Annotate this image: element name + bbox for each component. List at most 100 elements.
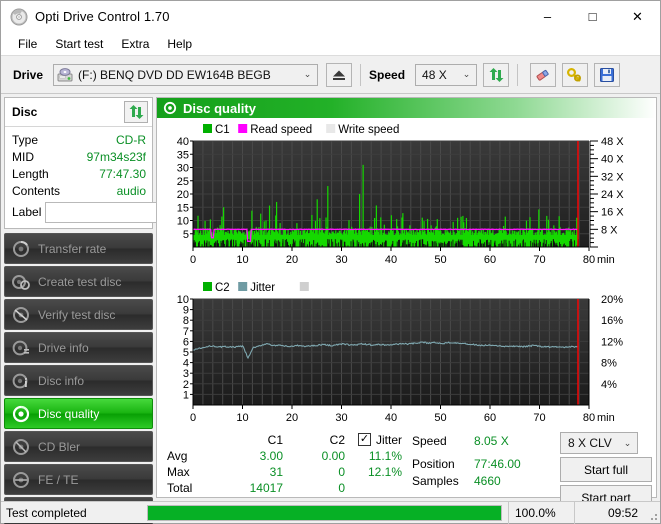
svg-text:0: 0 (190, 412, 196, 424)
toolbar-separator-2 (517, 63, 519, 86)
sidebar-item-disc-quality[interactable]: Disc quality (4, 398, 153, 429)
svg-text:20: 20 (286, 254, 298, 266)
svg-text:8%: 8% (601, 358, 617, 370)
svg-text:50: 50 (434, 412, 446, 424)
drive-icon (57, 67, 73, 82)
disc-verify-icon (11, 305, 31, 325)
drive-value: (F:) BENQ DVD DD EW164B BEGB (78, 67, 271, 82)
disc-row-type: Type CD-R (12, 131, 146, 148)
svg-text:40 X: 40 X (601, 154, 624, 166)
header-c1: C1 (267, 432, 283, 447)
svg-text:5: 5 (183, 347, 189, 359)
disc-test-icon (11, 239, 31, 259)
sidebar-item-fe-te[interactable]: FE / TE (4, 464, 153, 495)
disc-info-rows: Type CD-R MID 97m34s23f Length 77:47.30 … (5, 127, 233, 228)
toolbar-separator-1 (360, 63, 362, 86)
total-jitter (349, 480, 406, 496)
speed-select[interactable]: 48 X ⌄ (415, 63, 478, 86)
svg-text:10: 10 (177, 216, 189, 228)
stats-area: C1 C2 ✓ Jitter Avg 3.00 0.00 11.1% Max 3… (157, 429, 656, 510)
sidebar-item-transfer-rate[interactable]: Transfer rate (4, 233, 153, 264)
svg-text:3: 3 (183, 368, 189, 380)
c2-jitter-chart[interactable]: C2 Jitter 1 2 3 4 5 6 7 8 9 10 4% 8% 12% 16% 20% 0 10 20 30 4… (159, 277, 654, 429)
clv-value: 8 X CLV (568, 436, 612, 450)
jitter-toggle[interactable]: ✓ Jitter (349, 433, 402, 447)
menu-start-test[interactable]: Start test (46, 35, 112, 53)
menu-help[interactable]: Help (158, 35, 201, 53)
sidebar-item-drive-info[interactable]: Drive info (4, 332, 153, 363)
refresh-speed-button[interactable] (483, 62, 510, 87)
menu-bar: File Start test Extra Help (1, 32, 660, 56)
start-full-button[interactable]: Start full (560, 457, 652, 482)
svg-text:8 X: 8 X (601, 224, 618, 236)
table-row: Max 31 0 12.1% (161, 464, 406, 480)
svg-text:C2: C2 (215, 282, 230, 294)
svg-text:Write speed: Write speed (338, 124, 399, 136)
save-button[interactable] (594, 62, 621, 87)
svg-text:16 X: 16 X (601, 207, 624, 219)
svg-text:20%: 20% (601, 294, 623, 306)
svg-text:4: 4 (183, 358, 189, 370)
c1-chart[interactable]: C1 Read speed Write speed 5 10 15 20 25 30 35 40 8 … (159, 119, 654, 277)
disc-value-type: CD-R (116, 132, 146, 147)
chevron-down-icon[interactable]: ⌄ (300, 69, 315, 80)
title-bar: Opti Drive Control 1.70 – □ ✕ (1, 1, 660, 32)
svg-text:1: 1 (183, 389, 189, 401)
results-area: Speed 8.05 X Position 77:46.00 Samples 4… (406, 432, 652, 510)
svg-text:12%: 12% (601, 336, 623, 348)
svg-text:9: 9 (183, 305, 189, 317)
menu-file[interactable]: File (9, 35, 46, 53)
svg-text:20: 20 (286, 412, 298, 424)
svg-text:25: 25 (177, 176, 189, 188)
svg-text:24 X: 24 X (601, 189, 624, 201)
sidebar-item-create-test-disc[interactable]: Create test disc (4, 266, 153, 297)
resize-grip[interactable] (646, 502, 660, 524)
sidebar-item-label: Drive info (38, 340, 89, 355)
status-text: Test completed (6, 505, 87, 520)
svg-text:80: 80 (583, 412, 595, 424)
menu-extra[interactable]: Extra (112, 35, 158, 53)
result-speed: Speed 8.05 X (412, 432, 560, 449)
minimize-button[interactable]: – (525, 1, 570, 32)
disc-refresh-button[interactable] (124, 101, 148, 123)
header-c2: C2 (329, 432, 345, 447)
disc-panel: Disc Type CD-R MID 97m34s23f Length 77:4… (4, 97, 233, 229)
sidebar-item-label: Create test disc (38, 274, 122, 289)
total-c1: 14017 (249, 481, 283, 495)
maximize-button[interactable]: □ (570, 1, 615, 32)
drive-select[interactable]: (F:) BENQ DVD DD EW164B BEGB ⌄ (53, 63, 319, 86)
max-c2: 0 (338, 465, 345, 479)
svg-text:30: 30 (177, 163, 189, 175)
key-button[interactable] (562, 62, 589, 87)
disc-label-row: Label (12, 201, 233, 223)
svg-text:50: 50 (434, 254, 446, 266)
svg-text:C1: C1 (215, 124, 230, 136)
sidebar-item-disc-info[interactable]: Disc info (4, 365, 153, 396)
speed-value: 48 X (422, 67, 447, 82)
jitter-checkbox[interactable]: ✓ (357, 433, 371, 446)
disc-key-mid: MID (12, 149, 34, 164)
svg-text:16%: 16% (601, 315, 623, 327)
speed-label: Speed (369, 67, 406, 82)
disc-quality-icon (11, 404, 31, 424)
svg-text:8: 8 (183, 315, 189, 327)
svg-text:20: 20 (177, 189, 189, 201)
chevron-down-icon[interactable]: ⌄ (459, 69, 474, 80)
eject-button[interactable] (326, 62, 353, 87)
progress-percent: 100.0% (508, 501, 574, 524)
svg-text:min: min (597, 254, 615, 266)
chevron-down-icon[interactable]: ⌄ (620, 438, 635, 449)
eraser-button[interactable] (530, 62, 557, 87)
svg-text:6: 6 (183, 336, 189, 348)
close-button[interactable]: ✕ (615, 1, 660, 32)
elapsed-time: 09:52 (574, 501, 646, 524)
write-strategy-select[interactable]: 8 X CLV ⌄ (560, 432, 638, 454)
svg-text:10: 10 (236, 412, 248, 424)
samples-label: Samples (412, 473, 459, 488)
sidebar-item-cd-bler[interactable]: CD Bler (4, 431, 153, 462)
stats-table: C1 C2 ✓ Jitter Avg 3.00 0.00 11.1% Max 3… (161, 432, 406, 496)
sidebar-item-verify-test-disc[interactable]: Verify test disc (4, 299, 153, 330)
error-stats-table: C1 C2 ✓ Jitter Avg 3.00 0.00 11.1% Max 3… (161, 432, 406, 496)
row-label-max: Max (167, 465, 190, 479)
disc-row-mid: MID 97m34s23f (12, 148, 146, 165)
